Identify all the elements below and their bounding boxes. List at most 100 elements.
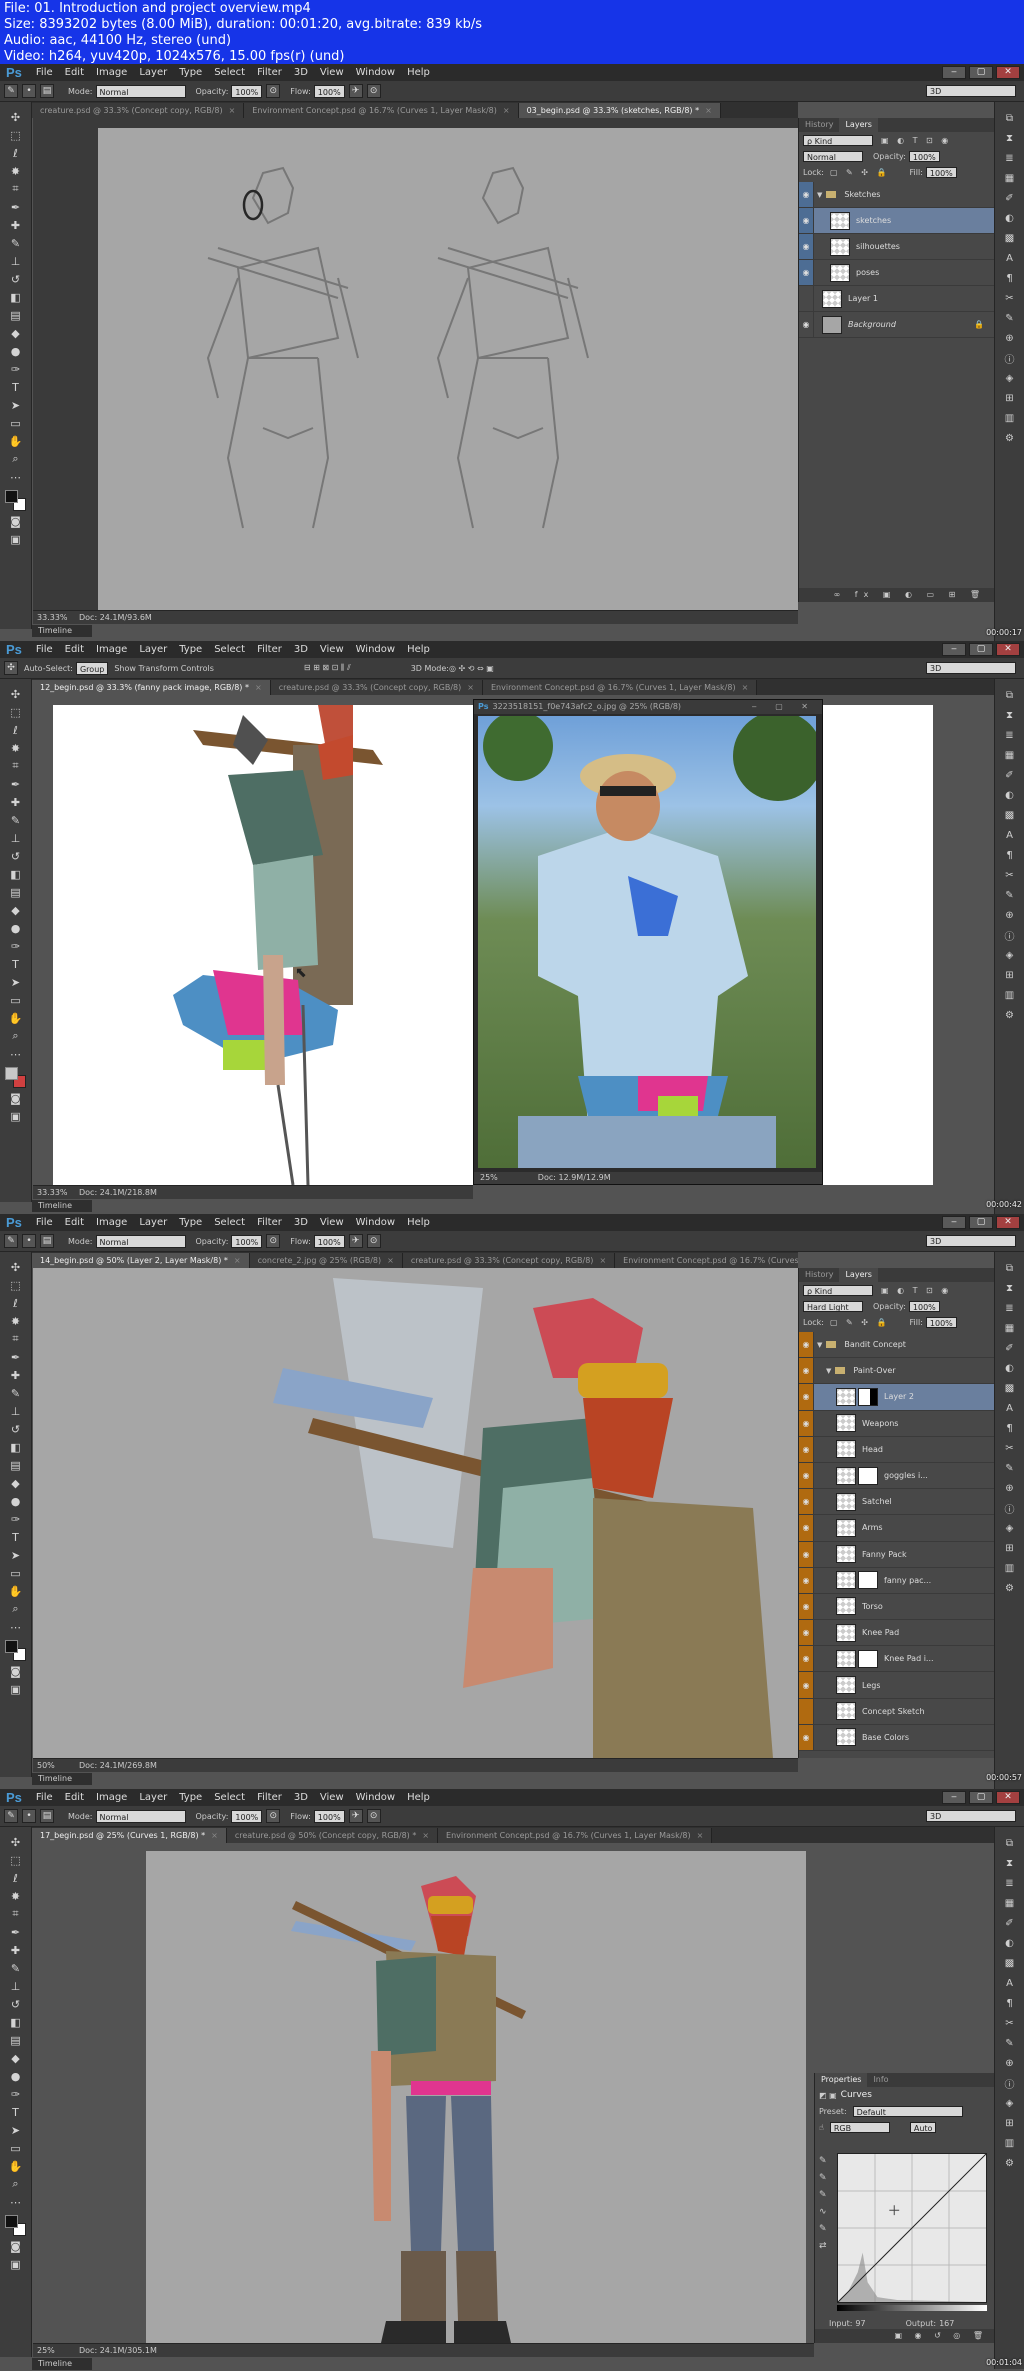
layer-row[interactable]: ◉ Background 🔒	[799, 312, 994, 338]
tab-close-icon[interactable]: ×	[599, 1256, 606, 1265]
cube-icon[interactable]: ◈	[1002, 947, 1018, 963]
timeline-bar[interactable]: Timeline	[32, 2358, 92, 2370]
paragraph-icon[interactable]: ¶	[1002, 1995, 1018, 2011]
visibility-eye-icon[interactable]: ◉	[799, 1593, 814, 1620]
history-icon[interactable]: ⧗	[1002, 130, 1018, 146]
properties-icon[interactable]: ⚙	[1002, 1580, 1018, 1596]
gradient-tool-icon[interactable]: ▤	[8, 1457, 24, 1473]
menu-3d[interactable]: 3D	[288, 1217, 314, 1228]
layers-icon[interactable]: ≣	[1002, 1300, 1018, 1316]
menu-type[interactable]: Type	[173, 1792, 208, 1803]
blend-mode-select[interactable]: Normal	[803, 150, 863, 162]
maximize-button[interactable]: ▢	[969, 66, 993, 79]
tools-icon[interactable]: ✂	[1002, 2015, 1018, 2031]
menu-layer[interactable]: Layer	[133, 1217, 173, 1228]
layer-row[interactable]: ◉ silhouettes	[799, 234, 994, 260]
menu-filter[interactable]: Filter	[251, 1792, 288, 1803]
canvas-area[interactable]	[33, 1268, 798, 1758]
clone-stamp-icon[interactable]: ⊥	[8, 1978, 24, 1994]
character-icon[interactable]: A	[1002, 1400, 1018, 1416]
visibility-eye-icon[interactable]: ◉	[799, 1489, 814, 1515]
shape-tool-icon[interactable]: ▭	[8, 1565, 24, 1581]
timeline-icon[interactable]: ⊞	[1002, 1540, 1018, 1556]
extra-tools-icon[interactable]: ⋯	[8, 1046, 24, 1062]
brush-size-icon[interactable]: •	[22, 1234, 36, 1248]
expand-triangle-icon[interactable]: ▼	[817, 191, 822, 199]
menu-file[interactable]: File	[30, 1792, 59, 1803]
airbrush-icon[interactable]: ✈	[348, 1809, 363, 1823]
crop-tool-icon[interactable]: ⌗	[8, 758, 24, 774]
pen-tool-icon[interactable]: ✑	[8, 1511, 24, 1527]
layer-row[interactable]: ◉ Knee Pad i...	[799, 1646, 994, 1673]
pressure-size-icon[interactable]: ⊙	[366, 1234, 381, 1248]
eraser-icon[interactable]: ◧	[8, 289, 24, 305]
flow-field[interactable]: 100%	[313, 1234, 345, 1248]
clone-icon[interactable]: ⊕	[1002, 330, 1018, 346]
menu-type[interactable]: Type	[173, 67, 208, 78]
tab-close-icon[interactable]: ×	[229, 106, 236, 115]
properties-icon[interactable]: ⚙	[1002, 1007, 1018, 1023]
align-icons[interactable]: ⊟ ⊞ ⊠ ⊡ ⫼ ⫽	[304, 663, 351, 673]
tab-close-icon[interactable]: ×	[503, 106, 510, 115]
visibility-eye-icon[interactable]: ◉	[799, 208, 814, 233]
close-button[interactable]: ✕	[996, 1216, 1020, 1229]
tab-layers[interactable]: Layers	[839, 1268, 878, 1282]
tab-close-icon[interactable]: ×	[387, 1256, 394, 1265]
swatches-icon[interactable]: ▥	[1002, 410, 1018, 426]
layer-mask-thumbnail[interactable]	[858, 1571, 878, 1590]
layers-icon[interactable]: ≣	[1002, 727, 1018, 743]
visibility-eye-icon[interactable]: ◉	[799, 1646, 814, 1672]
healing-brush-icon[interactable]: ✚	[8, 217, 24, 233]
hand-tool-icon[interactable]: ✋	[8, 1583, 24, 1599]
channels-icon[interactable]: ▦	[1002, 1320, 1018, 1336]
floating-window-controls[interactable]: ‒ ▢ ✕	[752, 700, 816, 714]
3d-panel-icon[interactable]: ⧉	[1002, 1835, 1018, 1851]
styles-icon[interactable]: ▩	[1002, 1380, 1018, 1396]
eyedropper-icon[interactable]: ✒	[8, 1349, 24, 1365]
layer-row[interactable]: ◉ Torso	[799, 1593, 994, 1621]
visibility-eye-icon[interactable]: ◉	[799, 1384, 814, 1410]
timeline-bar[interactable]: Timeline	[32, 1773, 92, 1785]
gradient-tool-icon[interactable]: ▤	[8, 2032, 24, 2048]
document-tab[interactable]: Environment Concept.psd @ 16.7% (Curves …	[615, 1253, 798, 1268]
expand-triangle-icon[interactable]: ▼	[826, 1367, 831, 1375]
info-icon[interactable]: ⓘ	[1002, 1500, 1018, 1516]
zoom-tool-icon[interactable]: ⌕	[8, 2176, 24, 2192]
eyedropper-icon[interactable]: ✒	[8, 199, 24, 215]
menu-edit[interactable]: Edit	[59, 1792, 90, 1803]
brush-panel-icon[interactable]: ▤	[40, 84, 54, 98]
marquee-tool-icon[interactable]: ⬚	[8, 1852, 24, 1868]
document-tab[interactable]: concrete_2.jpg @ 25% (RGB/8) ×	[249, 1253, 403, 1268]
brush-preset-icon[interactable]: ✎	[4, 1809, 18, 1823]
menu-help[interactable]: Help	[401, 1217, 436, 1228]
shape-tool-icon[interactable]: ▭	[8, 415, 24, 431]
menu-edit[interactable]: Edit	[59, 644, 90, 655]
layer-row[interactable]: Concept Sketch	[799, 1698, 994, 1725]
quick-mask-icon[interactable]: ◙	[8, 1090, 24, 1106]
document-tab[interactable]: 14_begin.psd @ 50% (Layer 2, Layer Mask/…	[32, 1253, 250, 1268]
menu-type[interactable]: Type	[173, 644, 208, 655]
quick-mask-icon[interactable]: ◙	[8, 513, 24, 529]
floating-image-window[interactable]: Ps 3223518151_f0e743afc2_o.jpg @ 25% (RGB…	[473, 699, 823, 1185]
layer-mask-thumbnail[interactable]	[858, 1387, 878, 1406]
tab-close-icon[interactable]: ×	[742, 683, 749, 692]
layer-row[interactable]: ◉ Legs	[799, 1672, 994, 1699]
clone-stamp-icon[interactable]: ⊥	[8, 253, 24, 269]
3d-panel-icon[interactable]: ⧉	[1002, 1260, 1018, 1276]
blur-tool-icon[interactable]: ◆	[8, 902, 24, 918]
quick-mask-icon[interactable]: ◙	[8, 2238, 24, 2254]
menu-file[interactable]: File	[30, 644, 59, 655]
menu-file[interactable]: File	[30, 67, 59, 78]
move-tool-icon[interactable]: ✣	[8, 686, 24, 702]
quick-select-icon[interactable]: ✸	[8, 1888, 24, 1904]
styles-icon[interactable]: ▩	[1002, 1955, 1018, 1971]
menu-window[interactable]: Window	[350, 67, 401, 78]
properties-icon[interactable]: ⚙	[1002, 430, 1018, 446]
maximize-button[interactable]: ▢	[969, 1791, 993, 1804]
history-brush-icon[interactable]: ↺	[8, 271, 24, 287]
fill-field[interactable]: 100%	[925, 1316, 957, 1328]
menu-help[interactable]: Help	[401, 644, 436, 655]
mode-select[interactable]: Normal	[95, 1809, 186, 1823]
menu-help[interactable]: Help	[401, 1792, 436, 1803]
3d-panel-icon[interactable]: ⧉	[1002, 110, 1018, 126]
